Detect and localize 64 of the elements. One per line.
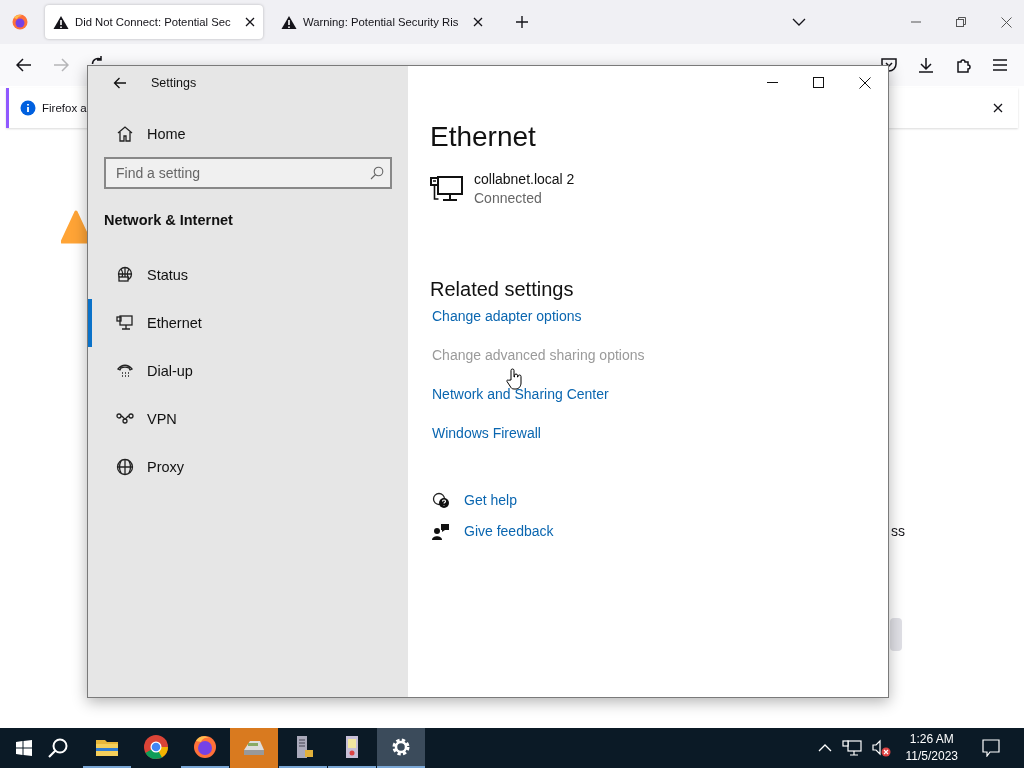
taskbar-app[interactable]	[377, 728, 425, 768]
help-link[interactable]: Get help	[464, 491, 517, 510]
firefox-icon[interactable]	[11, 13, 29, 31]
clock[interactable]: 1:26 AM 11/5/2023	[905, 731, 958, 765]
close-icon[interactable]	[859, 76, 871, 89]
maximize-icon[interactable]	[813, 77, 824, 88]
help-chat-icon	[432, 491, 450, 510]
computer-icon[interactable]	[430, 174, 464, 203]
page-text: ss	[891, 523, 905, 539]
hand-cursor-icon	[506, 368, 522, 390]
windows-logo-icon[interactable]	[16, 740, 32, 756]
globe-icon	[116, 458, 134, 476]
connection-name[interactable]: collabnet.local 2	[474, 169, 575, 189]
computer-icon	[116, 314, 134, 332]
settings-link[interactable]: Change adapter options	[432, 306, 582, 326]
close-icon[interactable]	[1001, 16, 1012, 28]
muted-speaker-icon[interactable]	[871, 739, 892, 757]
firefox-icon	[191, 733, 219, 761]
close-icon[interactable]	[993, 103, 1003, 113]
window-title: Settings	[151, 75, 197, 90]
close-icon[interactable]	[473, 17, 483, 27]
section-heading: Network & Internet	[104, 212, 234, 228]
browser-tab[interactable]: Did Not Connect: Potential Sec	[45, 5, 263, 39]
tab-title: Warning: Potential Security Ris	[303, 16, 460, 28]
chrome-icon	[142, 733, 170, 761]
back-icon[interactable]	[113, 76, 127, 89]
pocket-icon[interactable]	[881, 58, 897, 72]
globe-icon	[116, 266, 134, 284]
menu-icon[interactable]	[992, 58, 1008, 72]
tab-title: Did Not Connect: Potential Sec	[75, 16, 232, 28]
page-heading: Ethernet	[430, 120, 537, 154]
extensions-icon[interactable]	[955, 57, 971, 73]
browser-tab[interactable]: Warning: Potential Security Ris	[273, 5, 491, 39]
help-link[interactable]: Give feedback	[464, 522, 554, 541]
settings-link: Change advanced sharing options	[432, 346, 645, 365]
network-icon[interactable]	[841, 739, 862, 757]
search-field[interactable]: Find a setting	[104, 157, 392, 189]
back-icon[interactable]	[16, 58, 32, 72]
nav-item[interactable]: VPN	[88, 395, 392, 443]
warning-icon	[281, 14, 297, 30]
connection-status: Connected	[474, 189, 543, 208]
settings-link[interactable]: Windows Firewall	[432, 423, 541, 443]
nav-item[interactable]: Dial-up	[88, 347, 392, 395]
forward-icon	[53, 58, 69, 72]
close-icon[interactable]	[245, 17, 255, 27]
notification-text: Firefox a	[42, 102, 87, 114]
notifications-icon[interactable]	[982, 739, 1000, 757]
search-icon[interactable]	[48, 738, 68, 758]
home-icon	[116, 125, 134, 143]
restore-icon[interactable]	[956, 17, 966, 27]
download-icon[interactable]	[918, 57, 934, 73]
section-heading: Related settings	[430, 277, 575, 302]
new-tab-icon[interactable]	[515, 15, 529, 29]
chevron-up-icon[interactable]	[817, 744, 832, 752]
person-feedback-icon	[432, 522, 450, 541]
nav-item[interactable]: Ethernet	[88, 299, 392, 347]
info-icon	[20, 100, 36, 116]
nav-item[interactable]: Proxy	[88, 443, 392, 491]
chevron-down-icon[interactable]	[792, 18, 806, 26]
phone-icon	[116, 362, 134, 380]
nav-item[interactable]: Home	[88, 116, 392, 152]
warning-icon	[53, 14, 69, 30]
nav-item[interactable]: Status	[88, 251, 392, 299]
settings-link[interactable]: Network and Sharing Center	[432, 384, 609, 404]
